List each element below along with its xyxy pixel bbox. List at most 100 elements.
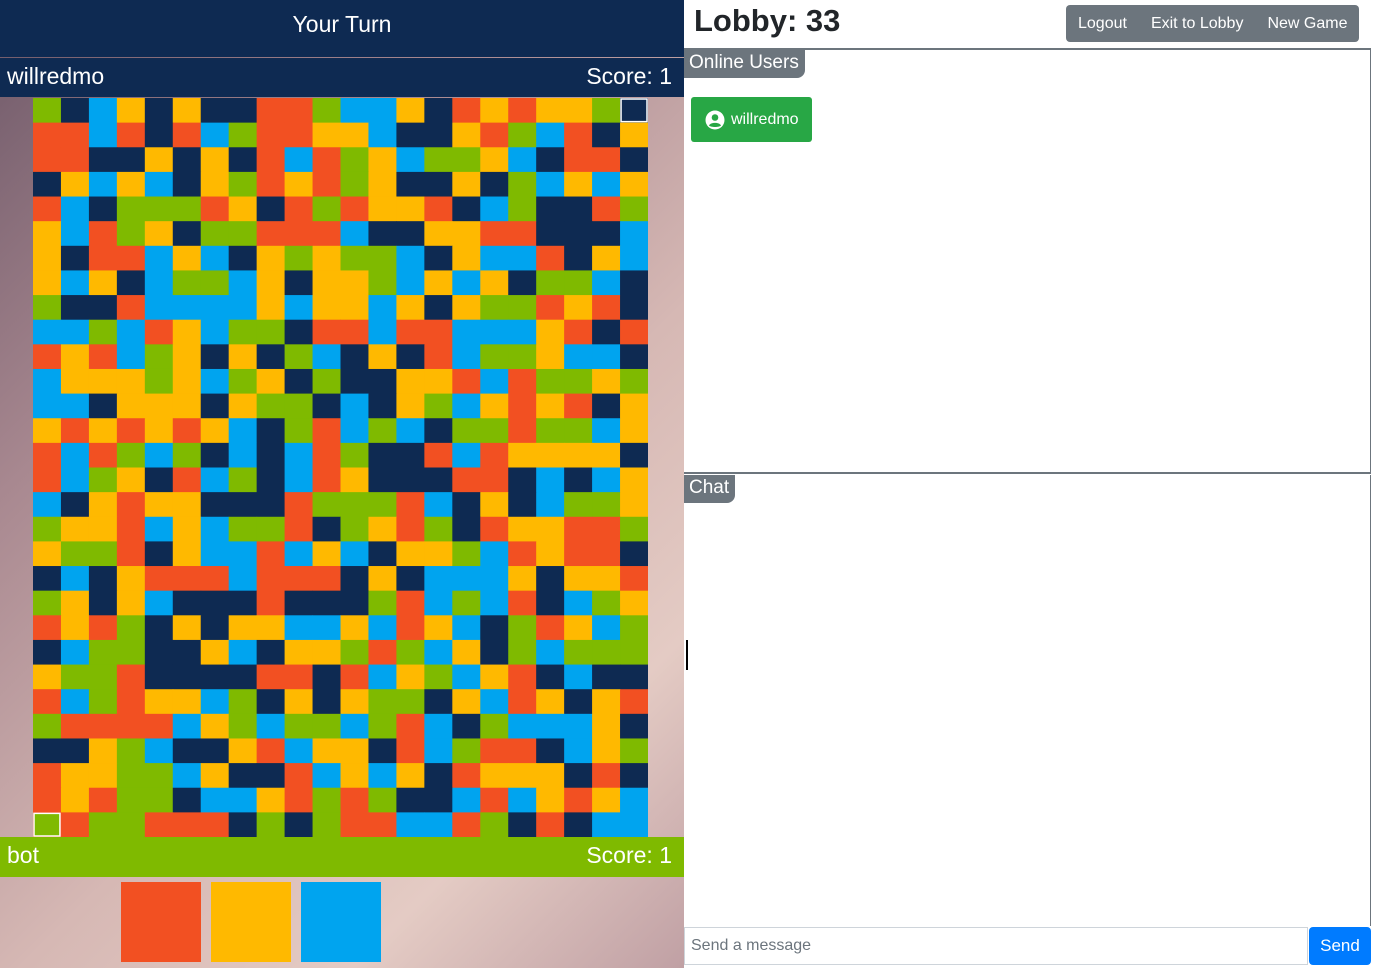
send-button[interactable]: Send [1309,927,1371,965]
board-cell [480,787,509,813]
board-cell [116,615,146,641]
board-cell [452,221,481,247]
board-cell [60,295,90,321]
board-cell [144,689,174,715]
board-cell [144,738,174,764]
board-cell [564,147,593,173]
color-choices [0,877,684,968]
board-cell [60,442,90,468]
board-cell [424,245,453,271]
board-cell [536,319,565,345]
bottom-player-start-cell [33,812,61,837]
board-cell [368,738,397,764]
board-cell [88,615,118,641]
board-cell [536,122,565,148]
board-cell [536,418,565,444]
board-cell [508,270,537,296]
board-cell [452,787,481,813]
board-cell [424,713,453,739]
board-cell [60,122,90,148]
board-cell [368,763,397,789]
board-cell [228,812,258,837]
board-cell [116,639,146,666]
board-cell [620,689,648,715]
board-cell [116,566,146,592]
board-cell [480,147,509,173]
board-cell [88,541,118,567]
board-cell [144,98,174,124]
board-cell [424,763,453,789]
exit-to-lobby-button[interactable]: Exit to Lobby [1139,5,1256,42]
board-cell [60,418,90,444]
board-cell [452,639,481,666]
board-cell [284,245,314,271]
board-cell [312,492,341,518]
board-cell [340,122,369,148]
logout-button[interactable]: Logout [1066,5,1139,42]
board-cell [144,664,174,690]
board-cell [200,319,230,345]
board-cell [312,171,341,198]
board-cell [33,196,62,222]
user-badge[interactable]: willredmo [691,97,812,142]
color-choice-orange[interactable] [121,882,201,962]
board-cell [536,590,565,616]
board-cell [396,147,425,173]
board-cell [312,368,341,395]
board-cell [256,122,286,148]
board-cell [340,787,369,813]
board-cell [480,615,509,641]
board-cell [116,812,146,837]
board-cell [172,393,202,419]
board-cell [480,763,509,789]
board-cell [452,122,481,148]
board-cell [424,319,453,345]
chat-panel: Chat [684,475,1371,926]
board-cell [88,442,118,468]
board-cell [312,245,341,271]
board-cell [144,516,174,542]
board-cell [144,590,174,616]
board-cell [424,295,453,321]
board-cell [592,319,621,345]
board-cell [340,639,369,666]
board-cell [620,344,648,370]
board-cell [256,763,286,789]
board-cell [508,590,537,616]
top-player-bar: willredmo Score: 1 [0,58,684,97]
board-cell [396,368,425,395]
board-cell [60,664,90,690]
board-cell [60,171,90,198]
board-cell [88,171,118,198]
board-cell [340,171,369,198]
board-cell [508,221,537,247]
board-cell [33,171,62,198]
board-cell [620,393,648,419]
board-cell [172,516,202,542]
board-cell [228,566,258,592]
board-cell [424,516,453,542]
board-cell [368,713,397,739]
board-cell [508,368,537,395]
new-game-button[interactable]: New Game [1255,5,1359,42]
board-cell [256,147,286,173]
board-cell [452,467,481,493]
board-cell [480,442,509,468]
board-cell [592,344,621,370]
board-cell [256,467,286,493]
board-cell [88,368,118,395]
color-choice-yellow[interactable] [211,882,291,962]
board-cell [228,344,258,370]
board-cell [592,738,621,764]
board-cell [592,368,621,395]
board-cell [452,541,481,567]
board-cell [396,639,425,666]
board-cell [116,590,146,616]
message-input[interactable] [684,927,1308,965]
board-cell [424,566,453,592]
color-choice-blue[interactable] [301,882,381,962]
board-cell [172,738,202,764]
board-cell [396,245,425,271]
board-cell [88,295,118,321]
board-cell [620,516,648,542]
